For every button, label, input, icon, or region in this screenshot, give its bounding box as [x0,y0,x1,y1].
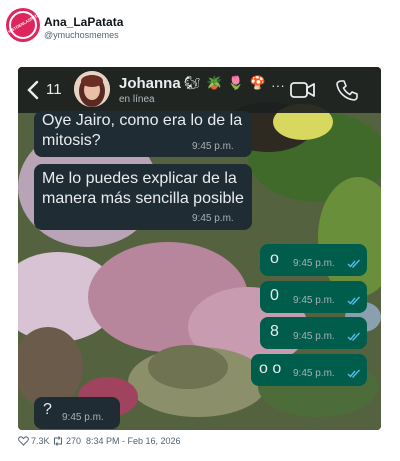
back-arrow-icon[interactable] [26,80,42,100]
retweet-count: 270 [66,436,82,446]
timestamp-text: 8:34 PM - Feb 16, 2026 [86,436,181,446]
message-text-line1: Me lo puedes explicar de la [42,170,237,187]
read-ticks-icon [347,259,361,268]
incoming-message[interactable]: Oye Jairo, como era lo de la mitosis? 9:… [34,111,252,157]
incoming-message[interactable]: Me lo puedes explicar de la manera más s… [34,164,252,230]
heart-icon [18,436,29,446]
message-text: o o [259,360,282,377]
message-text: 8 [270,323,279,340]
contact-name[interactable]: Johanna [119,75,181,92]
retweet-button[interactable]: 270 [52,436,81,446]
message-text-line2: mitosis? [42,132,101,149]
message-time: 9:45 p.m. [62,412,104,423]
tweet-timestamp[interactable]: 8:34 PM - Feb 16, 2026 [86,436,181,446]
contact-photo [74,71,110,107]
author-handle[interactable]: @ymuchosmemes [44,30,119,40]
read-ticks-icon [347,332,361,341]
read-ticks-icon [347,296,361,305]
chat-header: 11 Johanna 🐿 🪴 🌷 🍄 ... en línea [18,67,381,113]
outgoing-message[interactable]: 0 9:45 p.m. [260,281,367,313]
read-ticks-icon [347,369,361,378]
chat-screenshot: 11 Johanna 🐿 🪴 🌷 🍄 ... en línea Oye Jair… [18,67,381,430]
message-text: ? [43,401,52,418]
author-name[interactable]: Ana_LaPatata [44,15,123,29]
outgoing-message[interactable]: o 9:45 p.m. [260,244,367,276]
video-call-icon[interactable] [290,81,316,99]
outgoing-message[interactable]: 8 9:45 p.m. [260,317,367,349]
unread-count[interactable]: 11 [46,81,62,98]
phone-call-icon[interactable] [336,79,358,101]
message-text: o [270,250,279,267]
message-text-line1: Oye Jairo, como era lo de la [42,112,243,129]
contact-status: en línea [119,94,155,105]
contact-avatar[interactable] [74,71,110,107]
message-time: 9:45 p.m. [192,141,234,152]
message-time: 9:45 p.m. [293,295,335,306]
like-button[interactable]: 7.3K [18,436,50,446]
author-avatar[interactable]: VISTOENLASREDES.COM [6,8,40,42]
message-time: 9:45 p.m. [293,331,335,342]
message-text: 0 [270,287,279,304]
message-text-line2: manera más sencilla posible [42,190,244,207]
message-time: 9:45 p.m. [293,368,335,379]
tweet-footer: 7.3K 270 8:34 PM - Feb 16, 2026 [18,436,398,452]
outgoing-message[interactable]: o o 9:45 p.m. [251,354,367,386]
retweet-icon [54,436,62,446]
incoming-message[interactable]: ? 9:45 p.m. [34,397,120,429]
message-time: 9:45 p.m. [192,213,234,224]
message-time: 9:45 p.m. [293,258,335,269]
tweet-header: VISTOENLASREDES.COM Ana_LaPatata @ymucho… [0,0,400,60]
contact-emojis: 🐿 🪴 🌷 🍄 ... [184,75,286,90]
like-count: 7.3K [31,436,50,446]
